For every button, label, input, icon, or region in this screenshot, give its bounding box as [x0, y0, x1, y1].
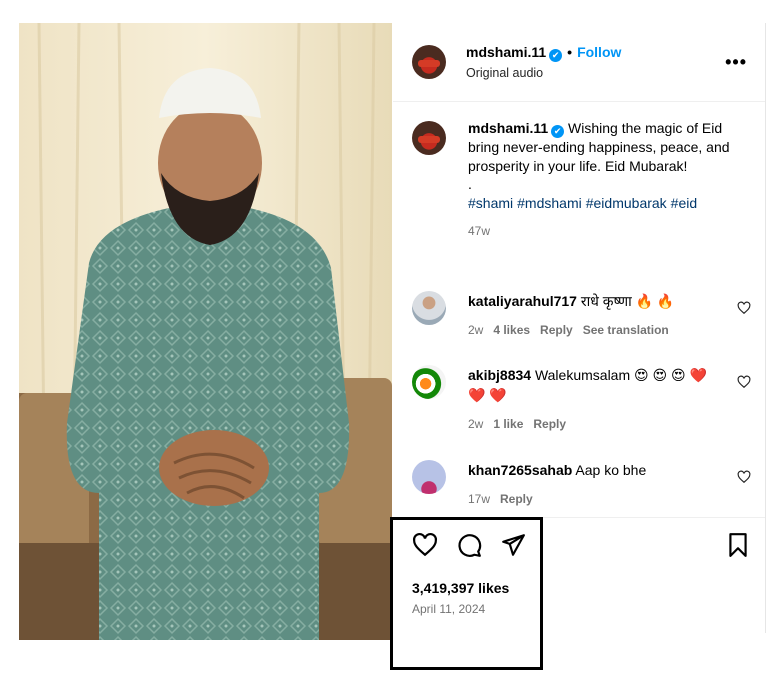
hashtag-list: #shami #mdshami #eidmubarak #eid — [468, 194, 738, 213]
commenter-avatar[interactable] — [412, 291, 446, 325]
heart-icon[interactable] — [412, 532, 438, 558]
author-line: mdshami.11 ✔ • Follow — [466, 44, 621, 62]
hashtag-link[interactable]: #shami — [468, 195, 513, 211]
separator-dot: • — [567, 44, 573, 60]
hashtag-link[interactable]: #eid — [671, 195, 697, 211]
hashtag-link[interactable]: #mdshami — [517, 195, 582, 211]
comment-username[interactable]: akibj8834 — [468, 367, 531, 383]
caption-avatar[interactable] — [412, 121, 446, 155]
like-comment-icon[interactable] — [737, 470, 751, 484]
hashtag-link[interactable]: #eidmubarak — [586, 195, 667, 211]
comment-icon[interactable] — [456, 532, 482, 558]
commenter-avatar[interactable] — [412, 365, 446, 399]
author-username[interactable]: mdshami.11 — [466, 44, 546, 60]
post-side-panel: mdshami.11 ✔ • Follow Original audio ••• md… — [393, 23, 766, 633]
comment-age[interactable]: 17w — [468, 492, 490, 506]
reply-button[interactable]: Reply — [500, 492, 533, 506]
like-comment-icon[interactable] — [737, 375, 751, 389]
like-comment-icon[interactable] — [737, 301, 751, 315]
comment-username[interactable]: khan7265sahab — [468, 462, 572, 478]
post-media[interactable] — [19, 23, 392, 640]
caption-username[interactable]: mdshami.11 — [468, 120, 548, 136]
author-avatar[interactable] — [412, 45, 446, 79]
commenter-avatar[interactable] — [412, 460, 446, 494]
comment-age[interactable]: 2w — [468, 417, 483, 431]
comment-meta: 2w 4 likes Reply See translation — [468, 323, 679, 337]
post-header: mdshami.11 ✔ • Follow Original audio ••• — [393, 23, 765, 102]
caption-dot: . — [468, 176, 472, 192]
more-icon[interactable]: ••• — [725, 52, 747, 73]
post-photo — [19, 23, 392, 640]
follow-button[interactable]: Follow — [577, 44, 621, 60]
comment-age[interactable]: 2w — [468, 323, 483, 337]
comment-text: kataliyarahul717 राधे कृष्णा 🔥 🔥 — [468, 291, 728, 311]
caption-age[interactable]: 47w — [468, 222, 738, 241]
reply-button[interactable]: Reply — [533, 417, 566, 431]
bookmark-icon[interactable] — [725, 532, 751, 558]
audio-link[interactable]: Original audio — [466, 66, 543, 80]
comment-username[interactable]: kataliyarahul717 — [468, 293, 577, 309]
comment-meta: 17w Reply — [468, 492, 543, 506]
reply-button[interactable]: Reply — [540, 323, 573, 337]
post-date[interactable]: April 11, 2024 — [412, 602, 485, 616]
comment-text: khan7265sahab Aap ko bhe — [468, 460, 728, 480]
comment-meta: 2w 1 like Reply — [468, 417, 576, 431]
verified-icon: ✔ — [551, 125, 565, 138]
comment-body: राधे कृष्णा 🔥 🔥 — [580, 293, 675, 309]
see-translation-button[interactable]: See translation — [583, 323, 669, 337]
comment-likes[interactable]: 4 likes — [493, 323, 530, 337]
comment-likes[interactable]: 1 like — [493, 417, 523, 431]
caption-body: mdshami.11 ✔ Wishing the magic of Eid bri… — [468, 119, 738, 241]
post-actions: 3,419,397 likes April 11, 2024 — [393, 517, 765, 633]
comment-text: akibj8834 Walekumsalam 😍 😍 😍 ❤️ ❤️ ❤️ — [468, 365, 728, 405]
comment-body: Aap ko bhe — [575, 462, 647, 478]
verified-icon: ✔ — [549, 49, 563, 62]
share-icon[interactable] — [500, 532, 526, 558]
likes-count[interactable]: 3,419,397 likes — [412, 580, 509, 596]
